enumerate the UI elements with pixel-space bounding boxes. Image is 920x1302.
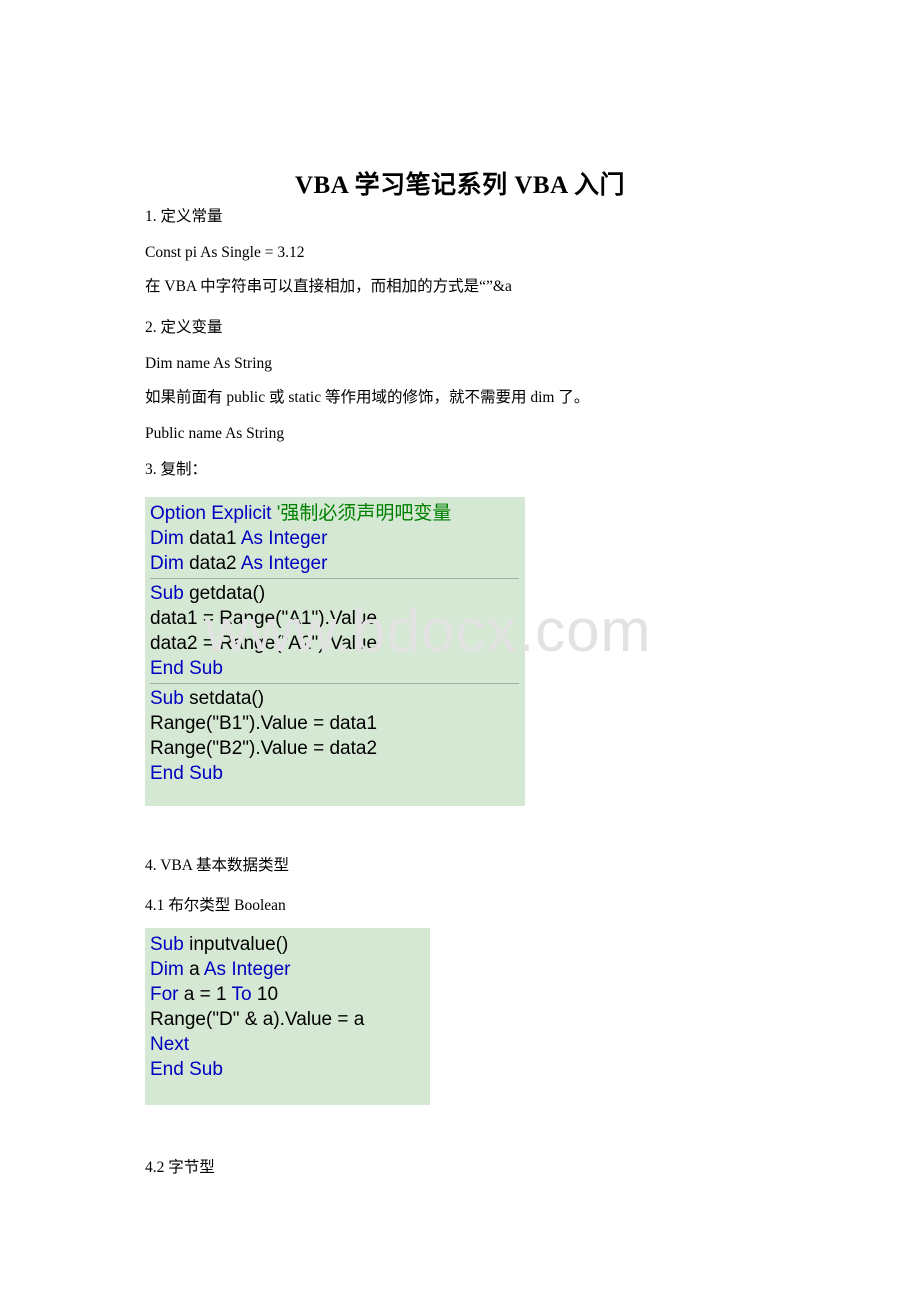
code-block-boolean-example: Sub inputvalue() Dim a As Integer For a = … — [145, 928, 430, 1105]
document-page: www.bdocx.com VBA 学习笔记系列 VBA 入门 1. 定义常量 C… — [0, 0, 920, 1302]
code-line: End Sub — [150, 656, 519, 681]
code-token-idn: 10 — [256, 984, 279, 1005]
code-token-kw: Option Explicit — [150, 503, 277, 524]
paragraph: 4.2 字节型 — [145, 1159, 215, 1176]
code-token-kw: End Sub — [150, 658, 223, 679]
code-token-kw: Sub — [150, 688, 190, 709]
paragraph: 4.1 布尔类型 Boolean — [145, 897, 286, 914]
code-token-kw: End Sub — [150, 1059, 223, 1080]
code-line: Sub setdata() — [150, 686, 519, 711]
paragraph: 4. VBA 基本数据类型 — [145, 857, 289, 874]
code-line: End Sub — [150, 1057, 424, 1082]
code-line: Sub getdata() — [150, 581, 519, 606]
code-token-kw: Sub — [150, 934, 190, 955]
code-token-cmt: '强制必须声明吧变量 — [276, 503, 452, 524]
code-token-kw: Sub — [150, 583, 190, 604]
code-token-kw: Dim — [150, 553, 190, 574]
code-section: Sub setdata() Range("B1").Value = data1 Ra… — [150, 683, 519, 786]
code-token-kw: To — [231, 984, 257, 1005]
code-token-idn: Range("B2").Value = data2 — [150, 738, 378, 759]
code-line: Range("B2").Value = data2 — [150, 736, 519, 761]
code-token-idn: Range("D" & a).Value = a — [150, 1009, 365, 1030]
code-token-kw: As Integer — [203, 959, 291, 980]
code-line: Dim a As Integer — [150, 957, 424, 982]
code-line: Range("B1").Value = data1 — [150, 711, 519, 736]
code-token-idn: a — [189, 959, 204, 980]
code-line: Dim data2 As Integer — [150, 551, 519, 576]
code-token-idn: data2 = Range("A2").Value — [150, 633, 378, 654]
paragraph: Public name As String — [145, 425, 285, 442]
code-token-idn: a = 1 — [183, 984, 232, 1005]
code-token-idn: Range("B1").Value = data1 — [150, 713, 378, 734]
code-token-kw: Dim — [150, 959, 190, 980]
code-token-kw: As Integer — [240, 528, 328, 549]
code-token-kw: End Sub — [150, 763, 223, 784]
paragraph: 2. 定义变量 — [145, 319, 223, 336]
code-token-idn: inputvalue() — [189, 934, 289, 955]
code-section: Sub inputvalue() Dim a As Integer For a = … — [150, 932, 424, 1082]
code-token-kw: Dim — [150, 528, 190, 549]
code-token-kw: As Integer — [240, 553, 328, 574]
code-section: Option Explicit '强制必须声明吧变量 Dim data1 As I… — [150, 501, 519, 576]
page-title: VBA 学习笔记系列 VBA 入门 — [294, 171, 626, 199]
code-section: Sub getdata() data1 = Range("A1").Value da… — [150, 578, 519, 681]
code-line: Sub inputvalue() — [150, 932, 424, 957]
paragraph: 1. 定义常量 — [145, 208, 223, 225]
code-line: For a = 1 To 10 — [150, 982, 424, 1007]
code-token-idn: getdata() — [189, 583, 266, 604]
code-token-idn: data2 — [189, 553, 241, 574]
code-line: Option Explicit '强制必须声明吧变量 — [150, 501, 519, 526]
paragraph: 如果前面有 public 或 static 等作用域的修饰，就不需要用 dim … — [145, 389, 590, 406]
code-token-kw: For — [150, 984, 184, 1005]
code-token-idn: data1 — [189, 528, 241, 549]
paragraph: Dim name As String — [145, 355, 273, 372]
code-token-kw: Next — [150, 1034, 190, 1055]
code-token-idn: setdata() — [189, 688, 265, 709]
paragraph: Const pi As Single = 3.12 — [145, 244, 305, 261]
paragraph: 在 VBA 中字符串可以直接相加，而相加的方式是“”&a — [145, 278, 512, 295]
code-line: data1 = Range("A1").Value — [150, 606, 519, 631]
code-line: data2 = Range("A2").Value — [150, 631, 519, 656]
paragraph: 3. 复制： — [145, 461, 208, 478]
code-block-copy-example: Option Explicit '强制必须声明吧变量 Dim data1 As I… — [145, 497, 525, 806]
code-line: Dim data1 As Integer — [150, 526, 519, 551]
code-line: End Sub — [150, 761, 519, 786]
code-line: Range("D" & a).Value = a — [150, 1007, 424, 1032]
code-line: Next — [150, 1032, 424, 1057]
code-token-idn: data1 = Range("A1").Value — [150, 608, 378, 629]
